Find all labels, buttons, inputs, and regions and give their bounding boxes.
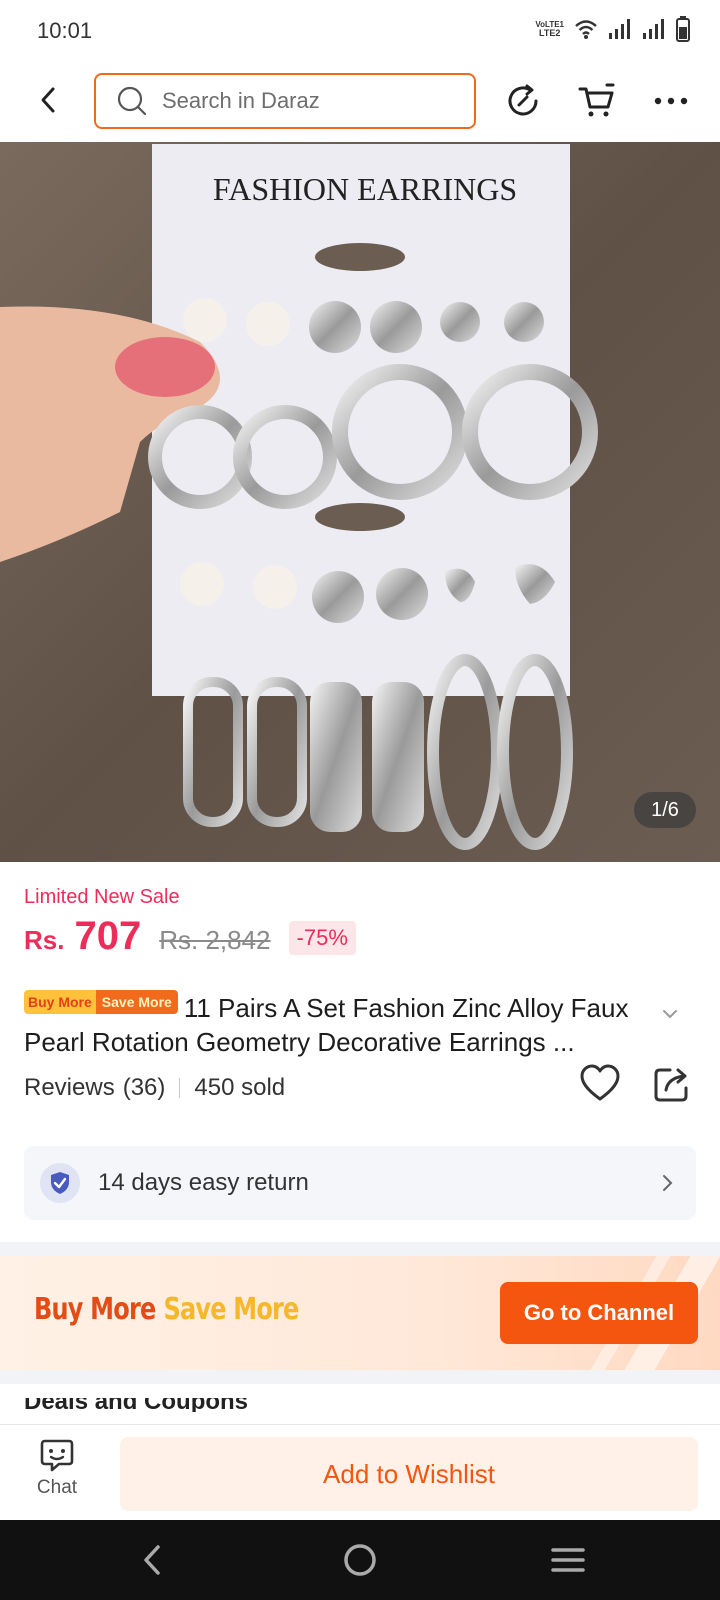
system-home-icon bbox=[344, 1544, 376, 1576]
more-icon bbox=[654, 97, 688, 105]
discount-badge: -75% bbox=[288, 921, 356, 955]
volte-icon: VoLTE1 LTE2 bbox=[535, 20, 564, 38]
chat-label: Chat bbox=[36, 1477, 78, 1498]
battery-icon bbox=[676, 16, 690, 42]
divider bbox=[179, 1078, 181, 1098]
chat-button[interactable]: Chat bbox=[20, 1437, 94, 1509]
buy-more-badge: Buy More Save More bbox=[24, 990, 178, 1014]
search-icon bbox=[117, 86, 147, 116]
price-currency: Rs. bbox=[24, 925, 65, 955]
status-icons: VoLTE1 LTE2 bbox=[535, 14, 690, 44]
badge-part1: Buy More bbox=[24, 990, 96, 1014]
cart-icon bbox=[578, 83, 615, 117]
search-input[interactable]: Search in Daraz bbox=[94, 73, 476, 129]
history-icon bbox=[508, 84, 538, 116]
reviews-row[interactable]: Reviews (36) 450 sold bbox=[24, 1074, 285, 1102]
signal-1-icon bbox=[609, 19, 630, 39]
product-info: Limited New Sale Rs. 707 Rs. 2,842 -75% … bbox=[0, 862, 720, 1242]
system-recents-button[interactable] bbox=[548, 1540, 588, 1580]
chevron-down-icon[interactable] bbox=[660, 1004, 680, 1024]
return-policy-row[interactable]: 14 days easy return bbox=[24, 1146, 696, 1220]
search-placeholder: Search in Daraz bbox=[162, 88, 320, 113]
network-label-bottom: LTE2 bbox=[539, 28, 561, 38]
promo-part1: Buy More bbox=[34, 1292, 156, 1327]
section-heading-peek: Deals and Coupons bbox=[24, 1398, 324, 1412]
signal-2-icon bbox=[643, 19, 664, 39]
sale-label: Limited New Sale bbox=[24, 886, 180, 908]
card-heading: FASHION EARRINGS bbox=[213, 171, 517, 207]
sold-count: 450 sold bbox=[194, 1074, 286, 1101]
buy-more-banner[interactable]: Buy More Save More Go to Channel bbox=[0, 1256, 720, 1370]
history-button[interactable] bbox=[500, 78, 546, 124]
chevron-right-icon bbox=[663, 1175, 673, 1191]
price-value: 707 bbox=[74, 914, 142, 958]
chat-icon bbox=[40, 1439, 74, 1472]
wifi-icon bbox=[575, 20, 597, 39]
image-page-indicator: 1/6 bbox=[634, 792, 696, 828]
reviews-label: Reviews bbox=[24, 1074, 115, 1101]
status-time: 10:01 bbox=[37, 18, 93, 43]
system-back-button[interactable] bbox=[132, 1540, 172, 1580]
price-row: Rs. 707 Rs. 2,842 -75% bbox=[24, 914, 356, 959]
status-bar: 10:01 VoLTE1 LTE2 bbox=[0, 0, 720, 60]
product-title[interactable]: Buy More Save More 11 Pairs A Set Fashion … bbox=[24, 990, 664, 1059]
original-price: Rs. 2,842 bbox=[159, 925, 271, 955]
more-button[interactable] bbox=[648, 78, 694, 124]
system-home-button[interactable] bbox=[340, 1540, 380, 1580]
system-nav-bar bbox=[0, 1520, 720, 1600]
chevron-left-icon bbox=[41, 87, 55, 113]
heart-icon[interactable] bbox=[578, 1062, 622, 1106]
share-icon[interactable] bbox=[650, 1062, 694, 1106]
product-image[interactable]: FASHION EARRINGS 1/6 bbox=[0, 142, 720, 862]
add-to-wishlist-button[interactable]: Add to Wishlist bbox=[120, 1437, 698, 1511]
reviews-count: (36) bbox=[122, 1074, 166, 1101]
system-menu-icon bbox=[551, 1548, 585, 1572]
product-photo: FASHION EARRINGS bbox=[0, 142, 720, 862]
return-policy-text: 14 days easy return bbox=[98, 1169, 309, 1196]
top-nav: Search in Daraz bbox=[0, 60, 720, 142]
promo-text: Buy More Save More bbox=[34, 1292, 299, 1327]
back-button[interactable] bbox=[28, 80, 68, 120]
section-divider bbox=[0, 1370, 720, 1384]
system-back-icon bbox=[144, 1545, 160, 1575]
cart-button[interactable] bbox=[574, 78, 620, 124]
bottom-action-bar: Chat Add to Wishlist bbox=[0, 1424, 720, 1520]
shield-icon bbox=[40, 1163, 80, 1203]
section-heading: Deals and Coupons bbox=[24, 1398, 249, 1412]
badge-part2: Save More bbox=[95, 990, 178, 1014]
section-divider bbox=[0, 1242, 720, 1256]
promo-part2: Save More bbox=[163, 1292, 299, 1327]
go-to-channel-button[interactable]: Go to Channel bbox=[500, 1282, 698, 1344]
